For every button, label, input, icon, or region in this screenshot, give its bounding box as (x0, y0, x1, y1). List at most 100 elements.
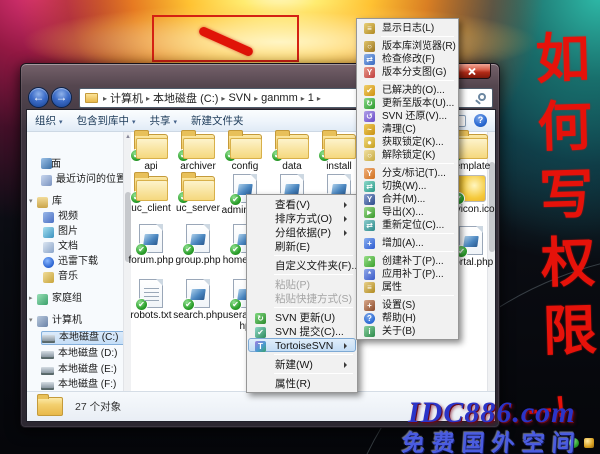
check-modifications-icon (364, 54, 375, 65)
properties-icon (364, 282, 375, 293)
svn-check-icon (135, 243, 148, 256)
php-file-icon (459, 226, 483, 255)
help-icon (364, 313, 375, 324)
cleanup-icon (364, 124, 375, 135)
menu-item-tortoisesvn[interactable]: TortoiseSVN (248, 338, 356, 352)
svn-check-icon (229, 243, 242, 256)
screen: 如何写权限 --! ← → ▸ 计算机 ▸ 本地磁盘 (C:) ▸ SVN ▸ … (0, 0, 600, 454)
submenu-item-relocate[interactable]: 重新定位(C)... (358, 218, 457, 231)
menu-separator (274, 373, 353, 374)
submenu-item-cleanup[interactable]: 清理(C) (358, 122, 457, 135)
menu-item-properties[interactable]: 属性(R) (248, 376, 356, 390)
branch-tag-icon (364, 168, 375, 179)
submenu-item-merge[interactable]: 合并(M)... (358, 192, 457, 205)
folder-icon (454, 134, 488, 159)
svn-check-icon (130, 191, 143, 204)
folder-icon (181, 176, 215, 201)
submenu-item-switch[interactable]: 切换(W)... (358, 179, 457, 192)
submenu-item-release-lock[interactable]: 解除锁定(K) (358, 148, 457, 161)
add-icon (364, 238, 375, 249)
export-icon (364, 207, 375, 218)
submenu-item-help[interactable]: 帮助(H) (358, 311, 457, 324)
text-file-icon (139, 279, 163, 308)
folder-icon (181, 134, 215, 159)
close-icon (467, 67, 476, 76)
php-file-icon (186, 279, 210, 308)
annotation-text: 如何写权限 (520, 29, 599, 371)
svn-commit-icon (255, 327, 266, 338)
folder-icon (134, 176, 168, 201)
image-file-icon (456, 175, 486, 202)
revision-graph-icon (364, 67, 375, 78)
menu-separator (274, 307, 353, 308)
menu-item-customize-folder[interactable]: 自定义文件夹(F)... (248, 258, 356, 272)
submenu-item-show-log[interactable]: 显示日志(L) (358, 21, 457, 34)
about-icon (364, 326, 375, 337)
submenu-item-export[interactable]: 导出(X)... (358, 205, 457, 218)
svn-check-icon (182, 243, 195, 256)
repo-browser-icon (364, 41, 375, 52)
submenu-item-create-patch[interactable]: 创建补丁(P)... (358, 254, 457, 267)
tortoisesvn-icon (255, 341, 266, 352)
merge-icon (364, 194, 375, 205)
menu-separator (381, 80, 454, 81)
svn-check-icon (271, 149, 284, 162)
menu-separator (381, 233, 454, 234)
settings-icon (364, 300, 375, 311)
submenu-item-revert[interactable]: SVN 还原(V)... (358, 109, 457, 122)
svn-check-icon (229, 193, 242, 206)
resolved-icon (364, 85, 375, 96)
submenu-item-apply-patch[interactable]: 应用补丁(P)... (358, 267, 457, 280)
submenu-item-properties[interactable]: 属性 (358, 280, 457, 293)
menu-item-new[interactable]: 新建(W) (248, 357, 356, 371)
submenu-item-about[interactable]: 关于(B) (358, 324, 457, 337)
menu-item-refresh[interactable]: 刷新(E) (248, 239, 356, 253)
submenu-item-revision-graph[interactable]: 版本分支图(G) (358, 65, 457, 78)
folder-icon (134, 134, 168, 159)
tortoisesvn-submenu: 显示日志(L) 版本库浏览器(R) 检查修改(F) 版本分支图(G) 已解决的(… (356, 18, 459, 340)
submenu-item-branch-tag[interactable]: 分支/标记(T)... (358, 166, 457, 179)
switch-icon (364, 181, 375, 192)
menu-separator (381, 163, 454, 164)
menu-item-paste: 粘贴(P) (248, 277, 356, 291)
svn-check-icon (182, 298, 195, 311)
menu-separator (381, 36, 454, 37)
svn-check-icon (224, 149, 237, 162)
php-file-icon (139, 224, 163, 253)
menu-separator (381, 251, 454, 252)
show-log-icon (364, 23, 375, 34)
menu-item-svn-commit[interactable]: SVN 提交(C)... (248, 324, 356, 338)
menu-separator (274, 274, 353, 275)
unlock-icon (364, 150, 375, 161)
menu-item-view[interactable]: 查看(V) (248, 197, 356, 211)
menu-item-svn-update[interactable]: SVN 更新(U) (248, 310, 356, 324)
relocate-icon (364, 220, 375, 231)
menu-separator (274, 354, 353, 355)
apply-patch-icon (364, 269, 375, 280)
menu-item-group-by[interactable]: 分组依据(P) (248, 225, 356, 239)
submenu-item-repo-browser[interactable]: 版本库浏览器(R) (358, 39, 457, 52)
svn-check-icon (130, 149, 143, 162)
submenu-item-resolved[interactable]: 已解决的(O)... (358, 83, 457, 96)
context-menu: 查看(V) 排序方式(O) 分组依据(P) 刷新(E) 自定义文件夹(F)...… (246, 194, 358, 393)
submenu-item-get-lock[interactable]: 获取锁定(K)... (358, 135, 457, 148)
svn-check-icon (177, 149, 190, 162)
update-to-revision-icon (364, 98, 375, 109)
create-patch-icon (364, 256, 375, 267)
submenu-item-settings[interactable]: 设置(S) (358, 298, 457, 311)
tray-gold-icon[interactable] (584, 438, 594, 448)
revert-icon (364, 111, 375, 122)
submenu-item-add[interactable]: 增加(A)... (358, 236, 457, 249)
svn-update-icon (255, 313, 266, 324)
watermark-slogan: 免费国外空间 (401, 424, 583, 454)
php-file-icon (186, 224, 210, 253)
menu-separator (381, 295, 454, 296)
menu-item-sort-by[interactable]: 排序方式(O) (248, 211, 356, 225)
menu-separator (274, 255, 353, 256)
folder-icon (275, 134, 309, 159)
folder-icon (228, 134, 262, 159)
svn-check-icon (135, 298, 148, 311)
svn-check-icon (229, 298, 242, 311)
submenu-item-check-modifications[interactable]: 检查修改(F) (358, 52, 457, 65)
submenu-item-update-to-revision[interactable]: 更新至版本(U)... (358, 96, 457, 109)
